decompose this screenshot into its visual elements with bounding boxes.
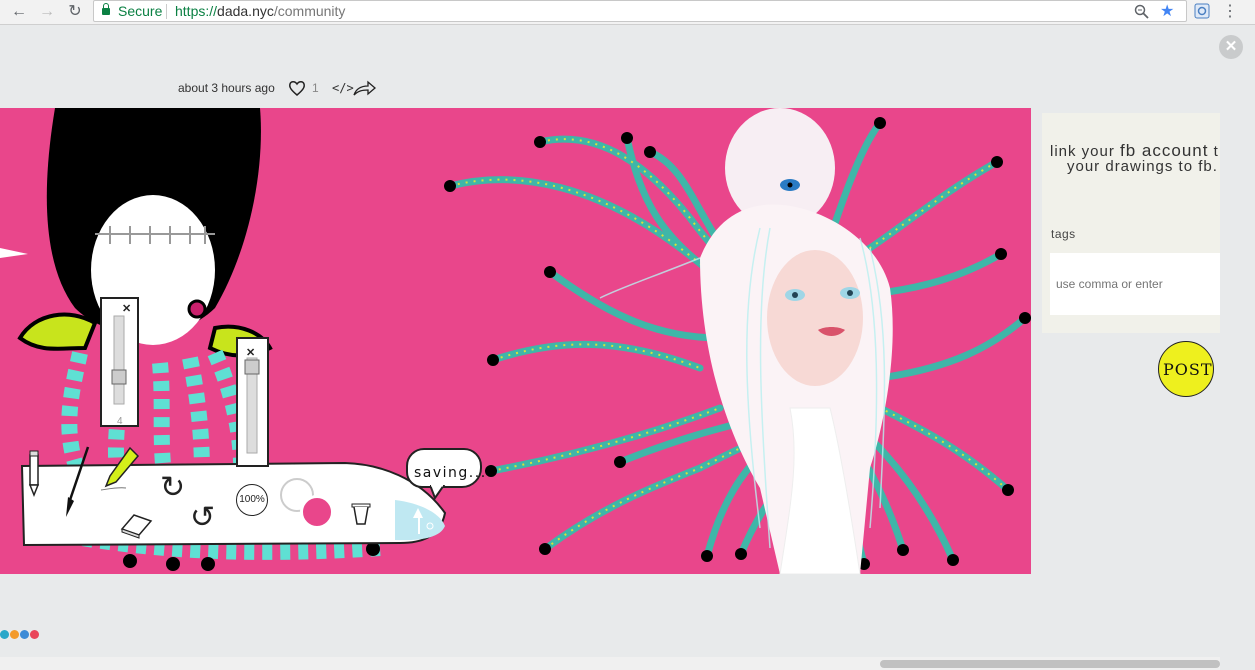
extension-icon[interactable] <box>1194 3 1210 19</box>
post-button[interactable]: POST <box>1158 341 1214 397</box>
tags-label: tags <box>1051 227 1076 241</box>
embed-icon[interactable]: </> <box>332 81 354 95</box>
divider <box>166 4 167 19</box>
speech-tail <box>430 485 446 500</box>
dot-blue <box>0 630 9 639</box>
saving-label: saving... <box>414 465 487 481</box>
dot-orange <box>10 630 19 639</box>
zoom-level[interactable]: 100% <box>236 484 268 516</box>
star-icon[interactable]: ★ <box>1160 1 1174 21</box>
brush-icon[interactable] <box>60 445 94 521</box>
url-path: /community <box>273 3 346 19</box>
url-scheme: https:// <box>175 3 218 19</box>
url-host: dada.nyc <box>217 3 274 19</box>
secure-label: Secure <box>118 3 163 19</box>
saving-indicator: saving... <box>406 448 485 488</box>
forward-icon[interactable]: → <box>37 2 57 22</box>
redo-icon[interactable]: ↻ <box>160 470 185 505</box>
dot-blue-2 <box>20 630 29 639</box>
trash-icon[interactable] <box>350 501 372 527</box>
tags-input[interactable] <box>1050 253 1220 315</box>
marker-icon[interactable] <box>100 446 140 492</box>
menu-icon[interactable]: ⋮ <box>1220 2 1240 22</box>
address-bar[interactable]: Secure https://dada.nyc/community ★ <box>93 0 1187 22</box>
url-text[interactable]: https://dada.nyc/community <box>175 3 345 19</box>
fb-text-line2: your drawings to fb. <box>1067 158 1218 175</box>
drawing-canvas[interactable]: ✕ 4 ✕ ↻ ↺ 100% <box>0 108 1031 574</box>
back-icon[interactable]: ← <box>9 2 29 22</box>
upload-icon[interactable] <box>408 506 436 536</box>
heart-icon[interactable] <box>288 80 306 97</box>
search-icon[interactable] <box>1134 4 1150 20</box>
close-opacity-icon[interactable]: ✕ <box>246 346 255 359</box>
reload-icon[interactable]: ↻ <box>65 2 85 22</box>
close-icon[interactable]: ✕ <box>1219 35 1243 59</box>
share-icon[interactable] <box>352 80 376 98</box>
lock-icon <box>102 3 110 15</box>
secure-indicator[interactable]: Secure <box>102 3 162 19</box>
browser-toolbar: ← → ↻ Secure https://dada.nyc/community … <box>0 0 1255 25</box>
brush-size-value: 4 <box>117 416 123 427</box>
close-brush-size-icon[interactable]: ✕ <box>122 302 131 315</box>
pencil-icon[interactable] <box>27 449 41 497</box>
eraser-icon[interactable] <box>118 511 154 539</box>
primary-color-swatch[interactable] <box>300 495 334 529</box>
undo-icon[interactable]: ↺ <box>190 500 215 535</box>
color-dots <box>0 626 40 644</box>
fb-link-prompt[interactable]: link your fb account t your drawings to … <box>1050 142 1220 175</box>
horizontal-scrollbar[interactable] <box>880 660 1220 668</box>
dot-red <box>30 630 39 639</box>
share-panel: link your fb account t your drawings to … <box>1042 113 1220 333</box>
like-count: 1 <box>312 81 319 95</box>
post-button-label: POST <box>1163 360 1213 379</box>
artwork <box>0 108 1031 574</box>
post-timestamp: about 3 hours ago <box>178 81 275 95</box>
